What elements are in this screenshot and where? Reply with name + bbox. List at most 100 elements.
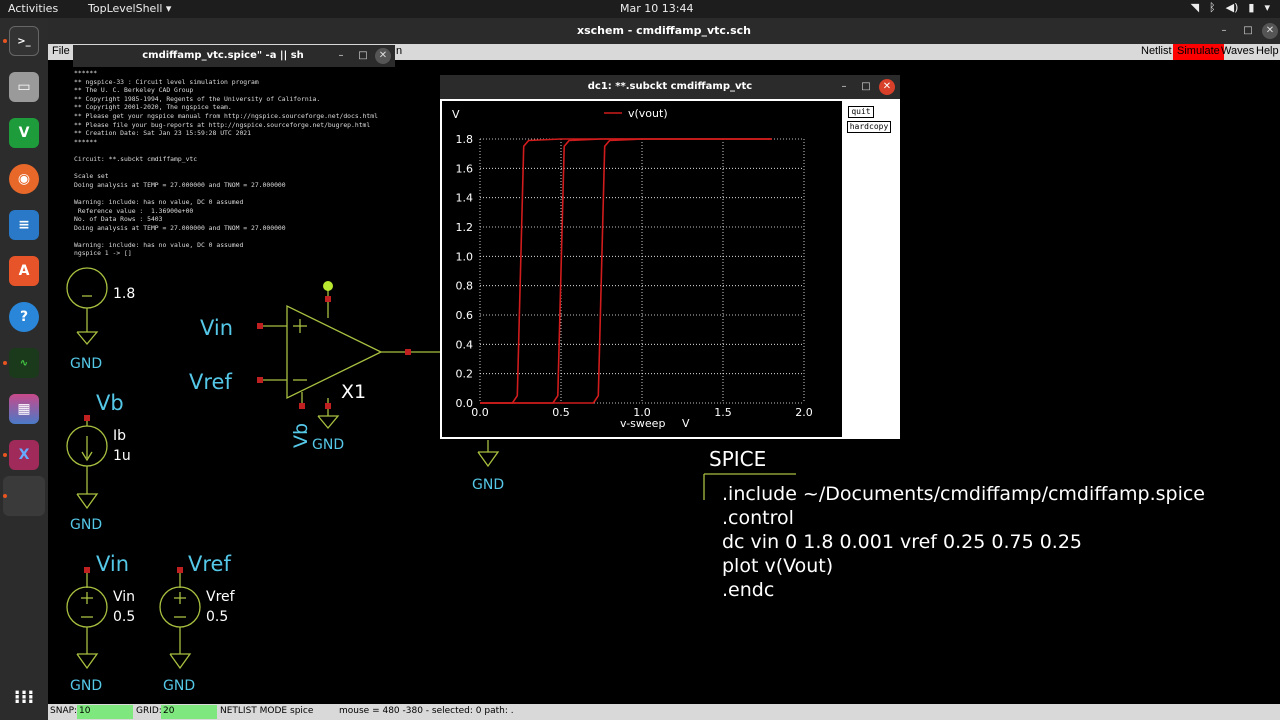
gnd-label: GND xyxy=(472,477,505,493)
ngspice-terminal-window[interactable]: cmdiffamp_vtc.spice" -a || sh – □ ✕ ****… xyxy=(73,45,395,267)
plot-titlebar[interactable]: dc1: **.subckt cmdiffamp_vtc – □ ✕ xyxy=(440,75,900,99)
xschem-statusbar: SNAP: 10 GRID: 20 NETLIST MODE: spice mo… xyxy=(48,704,1280,720)
system-tray[interactable]: ◥ ᛒ ◀) ▮ ▾ xyxy=(1191,1,1270,14)
x-axis-label: v-sweep xyxy=(620,417,665,430)
snap-field[interactable]: 10 xyxy=(77,705,133,719)
terminal-titlebar[interactable]: cmdiffamp_vtc.spice" -a || sh – □ ✕ xyxy=(73,45,395,67)
close-icon[interactable]: ✕ xyxy=(375,48,391,64)
terminal-line: ngspice 1 -> [] xyxy=(74,249,132,258)
vim-icon[interactable]: V xyxy=(9,118,39,148)
x-tick-label: 2.0 xyxy=(795,406,813,419)
spice-line: .endc xyxy=(722,579,775,601)
xschem-icon[interactable]: X xyxy=(9,440,39,470)
maximize-icon[interactable]: □ xyxy=(1240,23,1256,39)
terminal-line: ** The U. C. Berkeley CAD Group xyxy=(74,86,194,95)
maximize-icon[interactable]: □ xyxy=(355,48,371,64)
plot-area[interactable]: 0.0 0.5 1.0 1.5 2.0 0.0 0.2 0.4 0.6 0.8 1.0 1.2 1.4 1… xyxy=(442,101,842,437)
minimize-icon[interactable]: – xyxy=(836,79,852,95)
spice-code-block[interactable]: .include ~/Documents/cmdiffamp/cmdiffamp… xyxy=(722,482,1205,602)
help-icon[interactable]: ? xyxy=(9,302,39,332)
vin-net-label[interactable]: Vin xyxy=(96,552,129,576)
vb-net-label[interactable]: Vb xyxy=(96,391,124,415)
software-center-icon[interactable]: A xyxy=(9,256,39,286)
y-tick-label: 0.2 xyxy=(456,368,474,381)
vb-pin-label[interactable]: Vb xyxy=(290,423,312,448)
mouse-info: mouse = 480 -380 - selected: 0 path: . xyxy=(339,706,514,716)
netlist-button[interactable]: Netlist xyxy=(1137,44,1176,60)
y-tick-label: 1.4 xyxy=(456,192,474,205)
active-window-slot[interactable] xyxy=(3,476,45,516)
y-tick-label: 1.0 xyxy=(456,250,474,263)
terminal-line: ****** xyxy=(74,69,98,77)
close-icon[interactable]: ✕ xyxy=(879,79,895,95)
gnd-label: GND xyxy=(70,356,103,372)
close-icon[interactable]: ✕ xyxy=(1262,23,1278,39)
oscilloscope-icon[interactable]: ∿ xyxy=(9,348,39,378)
opamp-instance-name[interactable]: X1 xyxy=(341,381,366,403)
terminal-icon[interactable]: >_ xyxy=(9,26,39,56)
spice-line: dc vin 0 1.8 0.001 vref 0.25 0.75 0.25 xyxy=(722,531,1083,553)
grid-field[interactable]: 20 xyxy=(161,705,217,719)
libreoffice-writer-icon[interactable]: ≡ xyxy=(9,210,39,240)
y-tick-label: 1.6 xyxy=(456,162,474,175)
terminal-line: ** Creation Date: Sat Jan 23 15:59:28 UT… xyxy=(74,129,251,138)
vin-pin-label[interactable]: Vin xyxy=(200,316,233,340)
app-menu[interactable]: TopLevelShell ▾ xyxy=(88,2,171,15)
series-line-1 xyxy=(480,138,772,404)
netlist-mode-label: NETLIST MODE: xyxy=(220,706,291,716)
gnd-symbol xyxy=(477,451,500,468)
firefox-icon[interactable]: ◉ xyxy=(9,164,39,194)
gnd-label: GND xyxy=(70,517,103,533)
x-tick-label: 0.0 xyxy=(471,406,489,419)
help-button[interactable]: Help xyxy=(1252,44,1280,60)
menu-partial[interactable]: n xyxy=(396,45,402,57)
x-axis-unit: V xyxy=(682,417,690,430)
spice-block-title[interactable]: SPICE xyxy=(709,447,766,471)
vref-pin-label[interactable]: Vref xyxy=(189,370,232,394)
series-line-0 xyxy=(480,138,772,404)
snap-label: SNAP: xyxy=(50,706,78,716)
series-line-2 xyxy=(480,138,772,404)
gnd-symbol xyxy=(169,653,192,670)
activities-button[interactable]: Activities xyxy=(8,2,58,15)
minimize-icon[interactable]: – xyxy=(333,48,349,64)
vref-net-label[interactable]: Vref xyxy=(188,552,231,576)
show-applications-icon[interactable]: ⁝⁝⁝ xyxy=(9,682,39,712)
running-indicator xyxy=(3,453,7,457)
gnd-label: GND xyxy=(163,678,196,694)
terminal-line: ****** xyxy=(74,137,98,146)
quit-button[interactable]: quit xyxy=(848,106,874,118)
legend-label: v(vout) xyxy=(628,107,668,120)
volume-icon: ◀) xyxy=(1225,1,1239,14)
y-tick-label: 1.2 xyxy=(456,221,474,234)
maximize-icon[interactable]: □ xyxy=(858,79,874,95)
xschem-titlebar[interactable]: xschem - cmdiffamp_vtc.sch – □ ✕ xyxy=(48,18,1280,44)
ngspice-plot-window[interactable]: dc1: **.subckt cmdiffamp_vtc – □ ✕ 0.0 0.… xyxy=(440,75,900,439)
battery-icon: ▮ xyxy=(1248,1,1255,14)
y-tick-label: 0.6 xyxy=(456,309,474,322)
spice-line: .include ~/Documents/cmdiffamp/cmdiffamp… xyxy=(722,483,1205,505)
clock[interactable]: Mar 10 13:44 xyxy=(620,2,693,15)
system-top-bar: Activities TopLevelShell ▾ Mar 10 13:44 … xyxy=(0,0,1280,18)
dock: >_ ▭ V ◉ ≡ A ? ∿ ▦ X ⁝⁝⁝ xyxy=(0,18,48,720)
vin-source-name: Vin xyxy=(113,589,136,605)
klayout-icon[interactable]: ▦ xyxy=(9,394,39,424)
minimize-icon[interactable]: – xyxy=(1216,23,1232,39)
terminal-line: Warning: include: has no value, DC 0 ass… xyxy=(74,240,244,249)
terminal-line: ** Copyright 1985-1994, Regents of the U… xyxy=(74,94,321,103)
vdd-source-symbol xyxy=(66,267,108,309)
vdd-value: 1.8 xyxy=(113,286,136,302)
terminal-line: ** Please file your bug-reports at http:… xyxy=(74,120,371,129)
hardcopy-button[interactable]: hardcopy xyxy=(847,121,891,133)
y-tick-label: 0.4 xyxy=(456,338,474,351)
menu-file[interactable]: File xyxy=(52,45,70,57)
netlist-mode-field[interactable]: spice xyxy=(288,705,334,719)
terminal-output[interactable]: ****** ** ngspice-33 : Circuit level simu… xyxy=(74,69,378,258)
terminal-line: ** Copyright 2001-2020, The ngspice team… xyxy=(74,103,232,112)
grid-label: GRID: xyxy=(136,706,162,716)
files-icon[interactable]: ▭ xyxy=(9,72,39,102)
